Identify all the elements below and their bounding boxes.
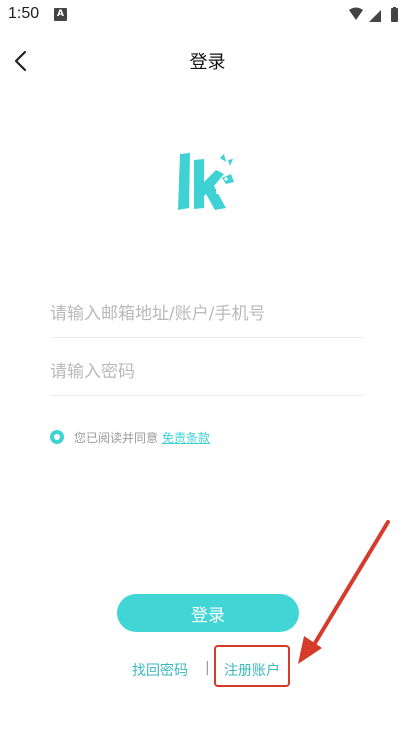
login-button[interactable]: 登录 [117, 594, 299, 632]
agreement-row: 您已阅读并同意 免责条款 [50, 428, 210, 446]
signal-icon [369, 10, 381, 22]
status-time: 1:50 [8, 5, 40, 22]
link-separator: | [205, 660, 210, 676]
bottom-links: 找回密码 | 注册账户 [0, 660, 415, 682]
agree-text: 您已阅读并同意 [74, 430, 159, 445]
forgot-password-link[interactable]: 找回密码 [132, 660, 188, 680]
wifi-icon [349, 7, 363, 20]
disclaimer-link[interactable]: 免责条款 [162, 429, 210, 446]
battery-icon [391, 8, 398, 22]
annotation-highlight-box [214, 645, 290, 687]
status-icons [349, 7, 398, 22]
status-bar: 1:50 A [0, 0, 415, 30]
password-field [50, 350, 364, 396]
agree-radio[interactable] [50, 430, 64, 444]
nav-bar: 登录 [0, 40, 415, 82]
account-field [50, 292, 364, 338]
account-input[interactable] [50, 292, 364, 336]
app-notification-icon: A [54, 8, 67, 21]
page-title: 登录 [189, 52, 226, 73]
lk-logo [178, 153, 234, 210]
password-input[interactable] [50, 350, 364, 394]
